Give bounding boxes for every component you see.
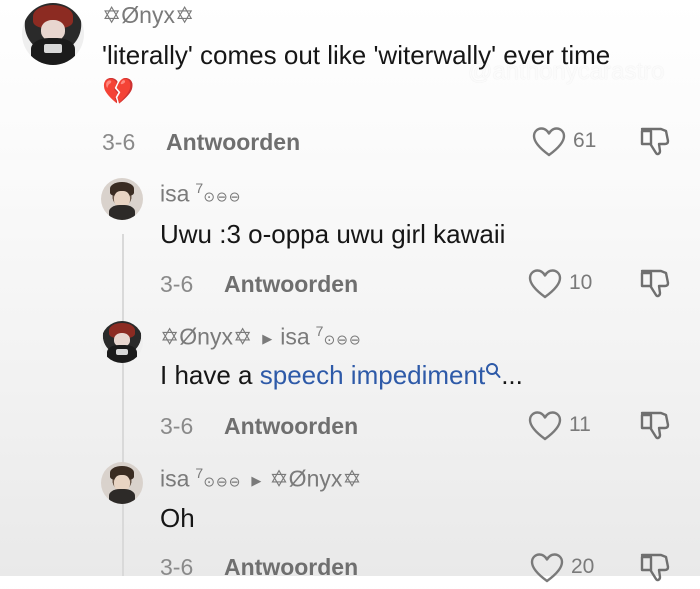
text-suffix: ... — [501, 360, 523, 390]
heart-icon — [528, 411, 562, 441]
like-count: 61 — [573, 129, 597, 152]
dislike-button[interactable] — [638, 550, 674, 582]
like-button[interactable]: 20 — [530, 550, 600, 583]
username-badges: ⊙⊖⊖ — [203, 188, 242, 205]
heart-icon — [530, 553, 564, 583]
like-count: 10 — [569, 271, 593, 294]
reply-to-badges: ⊙⊖⊖ — [323, 331, 362, 348]
search-icon[interactable] — [485, 362, 501, 380]
search-link[interactable]: speech impediment — [260, 360, 485, 390]
reply-date: 3-6 — [160, 413, 194, 439]
reply-date: 3-6 — [160, 271, 194, 297]
avatar[interactable] — [101, 178, 143, 220]
reply-username[interactable]: isa 7⊙⊖⊖ — [160, 180, 241, 208]
comment-text: 'literally' comes out like 'witerwally' … — [102, 40, 611, 70]
dislike-button[interactable] — [638, 124, 674, 160]
like-button[interactable]: 11 — [528, 408, 598, 444]
like-count: 11 — [569, 413, 591, 436]
thumbs-down-icon — [640, 411, 670, 440]
heart-icon — [528, 269, 562, 299]
comment-username[interactable]: ✡Ønyx✡ — [102, 2, 194, 29]
avatar[interactable] — [101, 321, 143, 363]
reply-to-username[interactable]: isa — [280, 324, 309, 350]
reply-button[interactable]: Antwoorden — [224, 271, 358, 298]
thread-line — [122, 234, 124, 576]
like-count: 20 — [571, 555, 595, 578]
like-button[interactable]: 61 — [532, 124, 602, 160]
avatar[interactable] — [101, 462, 143, 504]
thumbs-down-icon — [640, 553, 670, 582]
reply-button[interactable]: Antwoorden — [224, 413, 358, 440]
reply-button[interactable]: Antwoorden — [224, 554, 358, 581]
like-button[interactable]: 10 — [528, 266, 598, 302]
thumbs-down-icon — [640, 127, 670, 156]
reply-text: I have a speech impediment... — [160, 360, 523, 391]
heart-icon — [532, 127, 566, 157]
broken-heart-emoji: 💔 — [102, 76, 135, 106]
comment-date: 3-6 — [102, 129, 136, 155]
triangle-right-icon: ▶ — [262, 330, 273, 346]
triangle-right-icon: ▶ — [251, 472, 262, 488]
reply-date: 3-6 — [160, 554, 194, 580]
dislike-button[interactable] — [638, 266, 674, 302]
reply-to-username[interactable]: ✡Ønyx✡ — [269, 466, 361, 492]
username-badges: ⊙⊖⊖ — [203, 473, 242, 490]
avatar[interactable] — [22, 3, 84, 65]
reply-text: Oh — [160, 503, 195, 533]
reply-button[interactable]: Antwoorden — [166, 129, 300, 156]
text-prefix: I have a — [160, 360, 260, 390]
dislike-button[interactable] — [638, 408, 674, 444]
reply-username[interactable]: isa 7⊙⊖⊖ ▶ ✡Ønyx✡ — [160, 465, 362, 493]
thumbs-down-icon — [640, 269, 670, 298]
reply-text: Uwu :3 o-oppa uwu girl kawaii — [160, 219, 506, 249]
username-text: ✡Ønyx✡ — [160, 323, 253, 350]
reply-username[interactable]: ✡Ønyx✡ ▶ isa 7⊙⊖⊖ — [160, 323, 362, 351]
username-text: isa — [160, 465, 190, 492]
username-text: isa — [160, 180, 190, 207]
